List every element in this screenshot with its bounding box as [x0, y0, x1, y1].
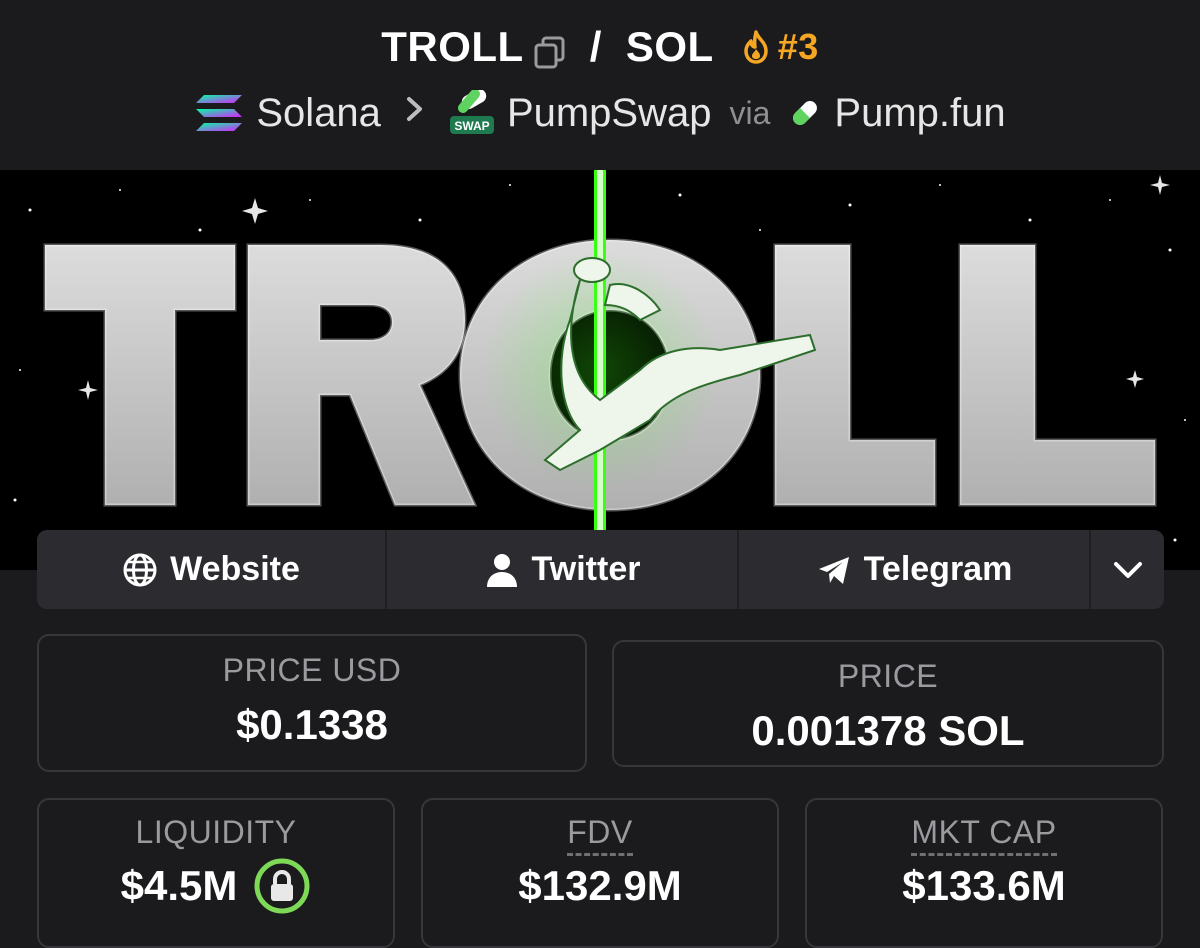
liquidity-card: LIQUIDITY $4.5M	[37, 798, 395, 948]
mktcap-value: $133.6M	[902, 862, 1066, 909]
token-banner	[0, 170, 1200, 570]
launchpad-name[interactable]: Pump.fun	[834, 91, 1005, 136]
copy-icon[interactable]	[534, 32, 566, 69]
mktcap-label[interactable]: MKT CAP	[911, 814, 1057, 856]
price-usd-card: PRICE USD $0.1338	[37, 634, 587, 772]
trending-rank[interactable]: #3	[740, 26, 819, 68]
website-button[interactable]: Website	[37, 530, 387, 609]
chain-name[interactable]: Solana	[256, 91, 381, 136]
dex-name[interactable]: PumpSwap	[507, 91, 712, 136]
price-usd-label: PRICE USD	[222, 652, 402, 688]
website-label: Website	[170, 550, 300, 588]
pair-breadcrumb: Solana SWAP PumpSwap via Pump.fun	[0, 88, 1200, 138]
telegram-button[interactable]: Telegram	[739, 530, 1091, 609]
liquidity-value: $4.5M	[120, 862, 238, 909]
price-native-card: PRICE 0.001378 SOL	[612, 640, 1164, 767]
fdv-card: FDV $132.9M	[421, 798, 779, 948]
pair-header: TROLL / SOL #3 Solana SWAP PumpSwap via …	[0, 0, 1200, 170]
chevron-down-icon	[1113, 561, 1142, 578]
fire-icon	[743, 30, 768, 64]
mktcap-card: MKT CAP $133.6M	[805, 798, 1163, 948]
chevron-right-icon	[405, 94, 425, 133]
quote-token-symbol: SOL	[625, 23, 714, 70]
base-token-symbol: TROLL	[381, 23, 524, 70]
price-native-label: PRICE	[837, 658, 939, 694]
user-icon	[486, 553, 517, 587]
lock-icon[interactable]	[253, 857, 311, 915]
more-links-button[interactable]	[1091, 530, 1164, 609]
fdv-value: $132.9M	[518, 862, 682, 909]
banner-image	[0, 170, 1200, 570]
twitter-label: Twitter	[531, 550, 641, 588]
telegram-label: Telegram	[863, 550, 1013, 588]
svg-text:SWAP: SWAP	[454, 119, 489, 133]
pumpfun-icon	[793, 101, 818, 125]
social-links-bar: Website Twitter Telegram	[37, 530, 1164, 609]
telegram-icon	[818, 556, 849, 584]
price-native-value: 0.001378 SOL	[751, 707, 1025, 754]
pumpswap-icon: SWAP	[449, 90, 494, 134]
fdv-label[interactable]: FDV	[567, 814, 633, 856]
solana-icon	[196, 95, 243, 131]
price-usd-value: $0.1338	[236, 701, 388, 748]
pair-separator: /	[589, 23, 602, 70]
globe-icon	[123, 553, 157, 586]
liquidity-label: LIQUIDITY	[135, 814, 297, 850]
pair-title: TROLL / SOL #3	[0, 22, 1200, 72]
trending-rank-label: #3	[777, 26, 819, 67]
via-label: via	[729, 94, 771, 131]
twitter-button[interactable]: Twitter	[387, 530, 739, 609]
